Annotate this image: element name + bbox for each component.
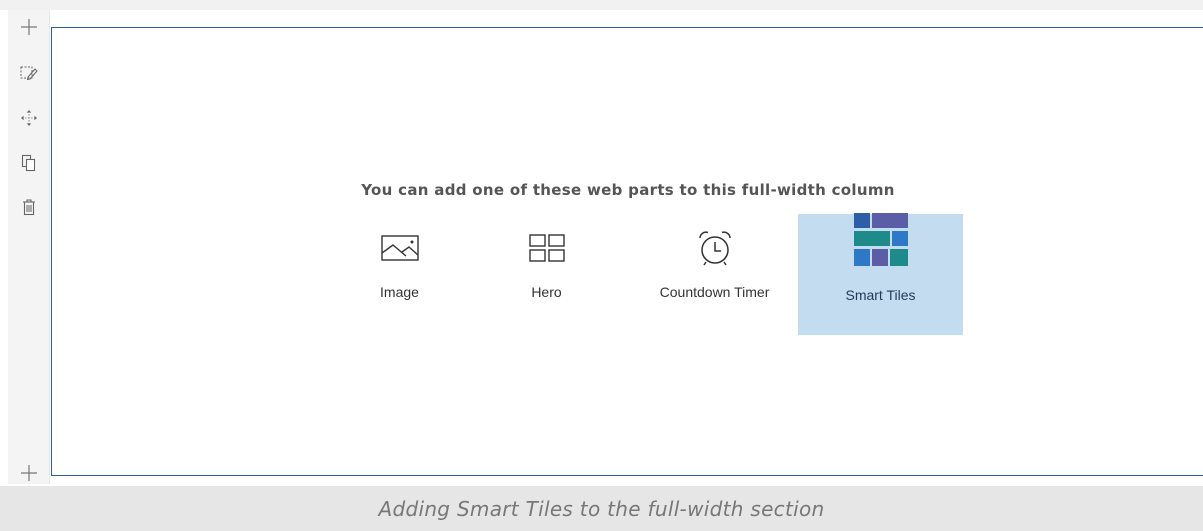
full-width-section: You can add one of these web parts to th… (51, 27, 1203, 476)
add-section-bottom-button[interactable] (18, 462, 40, 484)
top-strip (0, 0, 1203, 10)
plus-icon (20, 18, 38, 36)
web-part-label: Hero (531, 284, 562, 300)
smart-tiles-icon (853, 212, 908, 272)
move-icon (20, 109, 38, 127)
web-part-hero[interactable]: Hero (464, 214, 629, 334)
web-part-prompt: You can add one of these web parts to th… (361, 181, 895, 199)
delete-section-button[interactable] (18, 196, 40, 218)
trash-icon (21, 198, 37, 216)
web-part-label: Image (380, 284, 419, 300)
edit-section-icon (20, 65, 38, 81)
caption-bar: Adding Smart Tiles to the full-width sec… (0, 486, 1203, 531)
web-part-label: Smart Tiles (845, 287, 916, 303)
move-section-button[interactable] (18, 107, 40, 129)
image-icon (380, 233, 420, 268)
web-part-label: Countdown Timer (659, 284, 770, 300)
figure-caption: Adding Smart Tiles to the full-width sec… (378, 496, 825, 521)
page-canvas: You can add one of these web parts to th… (0, 0, 1203, 531)
section-toolbar (8, 10, 50, 484)
alarm-clock-icon (696, 229, 734, 272)
web-part-countdown-timer[interactable]: Countdown Timer (632, 214, 797, 334)
duplicate-section-button[interactable] (18, 152, 40, 174)
duplicate-icon (21, 154, 37, 172)
web-part-image[interactable]: Image (317, 214, 482, 334)
web-part-smart-tiles[interactable]: Smart Tiles (798, 212, 963, 335)
edit-section-button[interactable] (18, 62, 40, 84)
hero-layout-icon (528, 233, 566, 268)
add-section-top-button[interactable] (18, 16, 40, 38)
plus-icon (20, 464, 38, 482)
